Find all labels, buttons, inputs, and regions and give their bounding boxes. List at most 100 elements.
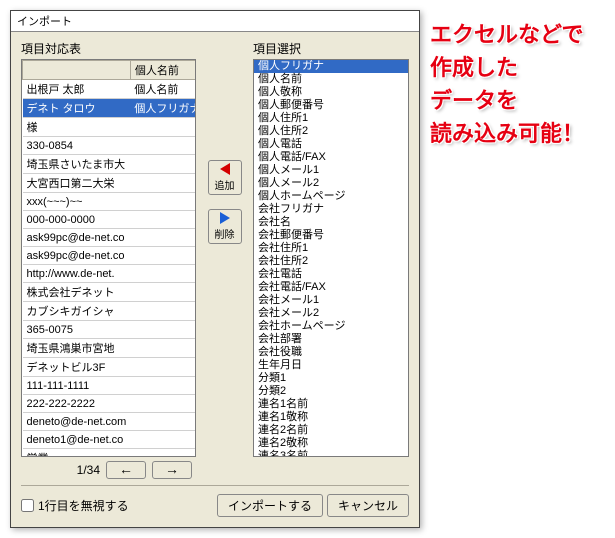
list-item[interactable]: 個人ホームページ (254, 190, 408, 203)
dialog-title: インポート (11, 11, 419, 32)
list-item[interactable]: 会社名 (254, 216, 408, 229)
cell: 330-0854 (23, 137, 131, 155)
table-row[interactable]: カブシキガイシャ (23, 302, 197, 321)
list-item[interactable]: 生年月日 (254, 359, 408, 372)
table-row[interactable]: 出根戸 太郎個人名前 (23, 80, 197, 99)
cell (130, 118, 196, 137)
table-row[interactable]: 株式会社デネット (23, 283, 197, 302)
skip-first-row-checkbox[interactable] (21, 499, 34, 512)
pager-next-button[interactable]: → (152, 461, 192, 479)
cell: デネト タロウ (23, 99, 131, 118)
cell: 000-000-0000 (23, 211, 131, 229)
cell (130, 302, 196, 321)
list-item[interactable]: 会社住所2 (254, 255, 408, 268)
list-item[interactable]: 連名2敬称 (254, 437, 408, 450)
cell (130, 449, 196, 458)
list-item[interactable]: 分類1 (254, 372, 408, 385)
table-row[interactable]: 330-0854 (23, 137, 197, 155)
cell (130, 339, 196, 358)
list-item[interactable]: 個人電話 (254, 138, 408, 151)
table-row[interactable]: デネト タロウ個人フリガナ (23, 99, 197, 118)
list-item[interactable]: 連名1敬称 (254, 411, 408, 424)
table-row[interactable]: 365-0075 (23, 321, 197, 339)
table-row[interactable]: 埼玉県さいたま市大 (23, 155, 197, 174)
cell: 出根戸 太郎 (23, 80, 131, 99)
list-item[interactable]: 会社役職 (254, 346, 408, 359)
table-row[interactable]: ask99pc@de-net.co (23, 247, 197, 265)
mapping-col-0[interactable] (23, 61, 131, 80)
table-row[interactable]: http://www.de-net. (23, 265, 197, 283)
table-row[interactable]: 000-000-0000 (23, 211, 197, 229)
list-item[interactable]: 個人敬称 (254, 86, 408, 99)
cell: 埼玉県さいたま市大 (23, 155, 131, 174)
cell (130, 431, 196, 449)
list-item[interactable]: 個人名前 (254, 73, 408, 86)
list-item[interactable]: 会社郵便番号 (254, 229, 408, 242)
mapping-table[interactable]: 個人名前 出根戸 太郎個人名前デネト タロウ個人フリガナ様330-0854埼玉県… (21, 59, 196, 457)
list-item[interactable]: 会社電話/FAX (254, 281, 408, 294)
cell: カブシキガイシャ (23, 302, 131, 321)
side-caption: エクセルなどで 作成した データを 読み込み可能！ (430, 10, 584, 150)
cell (130, 321, 196, 339)
cell (130, 247, 196, 265)
list-item[interactable]: 個人住所1 (254, 112, 408, 125)
list-item[interactable]: 会社住所1 (254, 242, 408, 255)
table-row[interactable]: 222-222-2222 (23, 395, 197, 413)
field-listbox[interactable]: 個人フリガナ個人名前個人敬称個人郵便番号個人住所1個人住所2個人電話個人電話/F… (253, 59, 409, 457)
list-item[interactable]: 会社フリガナ (254, 203, 408, 216)
list-item[interactable]: 個人郵便番号 (254, 99, 408, 112)
cell: 株式会社デネット (23, 283, 131, 302)
list-item[interactable]: 連名3名前 (254, 450, 408, 457)
list-item[interactable]: 会社電話 (254, 268, 408, 281)
table-row[interactable]: xxx(~~~)~~ (23, 193, 197, 211)
cell (130, 413, 196, 431)
cell (130, 211, 196, 229)
list-item[interactable]: 会社メール1 (254, 294, 408, 307)
import-button[interactable]: インポートする (217, 494, 323, 517)
skip-first-row-text: 1行目を無視する (38, 497, 129, 514)
table-row[interactable]: ask99pc@de-net.co (23, 229, 197, 247)
side-caption-line: データを (430, 84, 584, 117)
cell: deneto@de-net.com (23, 413, 131, 431)
cell: ask99pc@de-net.co (23, 247, 131, 265)
mapping-table-label: 項目対応表 (21, 40, 196, 57)
table-row[interactable]: 営業 (23, 449, 197, 458)
cell: 222-222-2222 (23, 395, 131, 413)
table-row[interactable]: 111-111-1111 (23, 377, 197, 395)
cell: 大宮西口第二大栄 (23, 174, 131, 193)
skip-first-row-label[interactable]: 1行目を無視する (21, 497, 129, 514)
pager-prev-button[interactable]: ← (106, 461, 146, 479)
list-item[interactable]: 連名2名前 (254, 424, 408, 437)
side-caption-line: 読み込み可能！ (430, 117, 584, 150)
list-item[interactable]: 個人フリガナ (254, 60, 408, 73)
table-row[interactable]: deneto@de-net.com (23, 413, 197, 431)
cell: 様 (23, 118, 131, 137)
side-caption-line: 作成した (430, 51, 584, 84)
table-row[interactable]: 様 (23, 118, 197, 137)
table-row[interactable]: 大宮西口第二大栄 (23, 174, 197, 193)
list-item[interactable]: 会社ホームページ (254, 320, 408, 333)
remove-button-label: 削除 (215, 230, 235, 241)
field-select-label: 項目選択 (253, 40, 409, 57)
cell: xxx(~~~)~~ (23, 193, 131, 211)
add-button[interactable]: 追加 (208, 160, 242, 195)
table-row[interactable]: deneto1@de-net.co (23, 431, 197, 449)
list-item[interactable]: 連名1名前 (254, 398, 408, 411)
table-row[interactable]: 埼玉県鴻巣市宮地 (23, 339, 197, 358)
list-item[interactable]: 個人住所2 (254, 125, 408, 138)
table-row[interactable]: デネットビル3F (23, 358, 197, 377)
list-item[interactable]: 会社メール2 (254, 307, 408, 320)
cell: ask99pc@de-net.co (23, 229, 131, 247)
list-item[interactable]: 個人メール2 (254, 177, 408, 190)
list-item[interactable]: 分類2 (254, 385, 408, 398)
list-item[interactable]: 会社部署 (254, 333, 408, 346)
side-caption-line: エクセルなどで (430, 18, 584, 51)
list-item[interactable]: 個人電話/FAX (254, 151, 408, 164)
mapping-col-1[interactable]: 個人名前 (130, 61, 196, 80)
cancel-button[interactable]: キャンセル (327, 494, 409, 517)
triangle-right-icon (220, 212, 230, 224)
cell: http://www.de-net. (23, 265, 131, 283)
list-item[interactable]: 個人メール1 (254, 164, 408, 177)
remove-button[interactable]: 削除 (208, 209, 242, 244)
pager-text: 1/34 (77, 463, 100, 477)
